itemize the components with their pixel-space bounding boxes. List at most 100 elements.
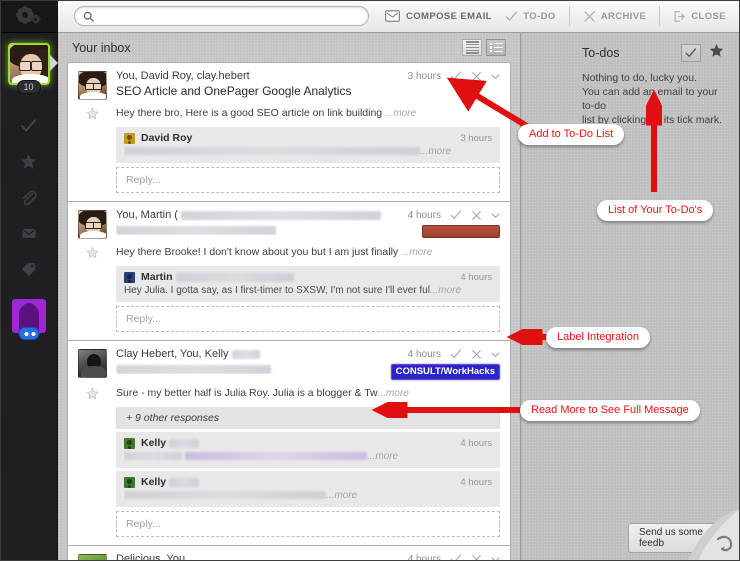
toolbar-archive-label: ARCHIVE: [600, 10, 647, 22]
message-body: ...more: [124, 490, 492, 501]
thread-star-button[interactable]: [78, 387, 107, 400]
todos-header: To-dos: [522, 33, 740, 63]
rail-item-todo[interactable]: [0, 107, 57, 143]
more-link[interactable]: ...more: [378, 388, 409, 399]
star-icon: [21, 153, 36, 168]
view-mode-detail-button[interactable]: [486, 39, 506, 56]
thread-menu-button[interactable]: [491, 211, 500, 220]
thread-menu-button[interactable]: [491, 555, 500, 561]
status-badge[interactable]: CONSULT/WorkHacks: [390, 364, 500, 380]
search-box[interactable]: [74, 6, 369, 26]
rail-item-attachments[interactable]: [0, 179, 57, 215]
left-rail: 10: [0, 0, 58, 561]
message-row[interactable]: Martin 4 hours Hey Julia. I gotta say, a…: [116, 266, 500, 302]
todos-title: To-dos: [582, 46, 620, 60]
check-icon: [685, 48, 697, 58]
message-sender: Kelly: [141, 476, 167, 488]
gear-icon[interactable]: [17, 7, 40, 25]
thread-row[interactable]: You, Martin ( 4 hours Hey there Brooke! …: [67, 201, 511, 340]
message-row[interactable]: Kelly 4 hours ...more: [116, 471, 500, 507]
thread-archive-button[interactable]: [471, 210, 482, 221]
rail-item-labels[interactable]: [0, 251, 57, 287]
thread-participants: Clay Hebert, You, Kelly: [116, 348, 383, 360]
callout-read-more: Read More to See Full Message: [520, 400, 700, 421]
top-toolbar: COMPOSE EMAIL TO-DO ARCHIVE CLOSE: [58, 0, 740, 33]
search-input[interactable]: [99, 10, 360, 22]
message-sender: Kelly: [141, 437, 167, 449]
rail-item-starred[interactable]: [0, 143, 57, 179]
thread-todo-button[interactable]: [450, 209, 462, 221]
page-curl[interactable]: [684, 505, 740, 561]
todos-empty-line1: Nothing to do, lucky you.: [582, 72, 697, 84]
toolbar-actions: TO-DO ARCHIVE CLOSE: [492, 6, 740, 26]
avatar: [78, 71, 107, 100]
thread-archive-button[interactable]: [471, 349, 482, 360]
tag-icon: [21, 262, 36, 276]
page-title: Your inbox: [72, 40, 131, 55]
rail-nav: [0, 107, 57, 287]
todos-empty-state: Nothing to do, lucky you. You can add an…: [522, 63, 740, 127]
more-link[interactable]: ...more: [401, 247, 432, 258]
annotation-arrow-read-more: [371, 402, 521, 418]
star-icon: [86, 387, 99, 400]
thread-star-button[interactable]: [78, 246, 107, 259]
sender-icon: [124, 132, 135, 144]
thread-todo-button[interactable]: [450, 348, 462, 360]
thread-participants: You, David Roy, clay.hebert: [116, 70, 250, 82]
thread-row[interactable]: Clay Hebert, You, Kelly 4 hours CONSULT/…: [67, 340, 511, 545]
message-body: ...more: [124, 451, 492, 462]
thread-participants: You, Martin (: [116, 209, 400, 221]
chevron-down-icon: [491, 351, 500, 357]
star-icon: [86, 107, 99, 120]
toolbar-close-label: CLOSE: [691, 10, 726, 22]
todos-star-button[interactable]: [709, 43, 724, 63]
rail-item-mail[interactable]: [0, 215, 57, 251]
app-window: 10 COMPOSE EMAIL TO-DO ARCHIVE CLOSE You…: [0, 0, 740, 561]
selection-pointer: [49, 55, 58, 71]
thread-time: 4 hours: [407, 553, 441, 561]
thread-subject: [116, 223, 400, 235]
view-mode-list-button[interactable]: [462, 39, 482, 56]
search-icon: [83, 11, 94, 22]
thread-menu-button[interactable]: [491, 350, 500, 359]
close-x-icon: [472, 349, 481, 359]
avatar: [78, 210, 107, 239]
message-time: 4 hours: [460, 437, 492, 449]
message-row[interactable]: Kelly 4 hours ...more: [116, 432, 500, 468]
reply-input[interactable]: Reply...: [116, 511, 500, 537]
message-time: 4 hours: [460, 476, 492, 488]
thread-todo-button[interactable]: [450, 553, 462, 561]
thread-snippet: Sure - my better half is Julia Roy. Juli…: [116, 387, 409, 399]
reply-input[interactable]: Reply...: [116, 167, 500, 193]
callout-list-of-todos: List of Your To-Do's: [597, 200, 714, 221]
todos-panel: To-dos Nothing to do, lucky you. You can…: [522, 33, 740, 561]
check-icon: [450, 349, 462, 359]
thread-time: 4 hours: [407, 348, 441, 360]
contact-status-badge: [18, 327, 39, 340]
thread-archive-button[interactable]: [471, 554, 482, 561]
rail-user-avatar[interactable]: 10: [7, 43, 58, 94]
toolbar-todo-button[interactable]: TO-DO: [492, 6, 570, 26]
sender-icon: [124, 437, 135, 449]
envelope-icon: [21, 228, 36, 238]
todos-tick-button[interactable]: [681, 44, 701, 62]
thread-row[interactable]: Delicious, You You have a new follower o…: [67, 545, 511, 561]
star-icon: [709, 44, 724, 57]
chevron-down-icon: [491, 212, 500, 218]
more-link[interactable]: ...more: [385, 108, 416, 119]
toolbar-todo-label: TO-DO: [523, 10, 556, 22]
toolbar-archive-button[interactable]: ARCHIVE: [570, 6, 661, 26]
check-icon: [450, 210, 462, 220]
contact-avatar[interactable]: [11, 299, 46, 340]
star-icon: [86, 246, 99, 259]
rail-settings[interactable]: [0, 0, 57, 33]
check-icon: [21, 118, 36, 132]
reply-input[interactable]: Reply...: [116, 306, 500, 332]
toolbar-close-button[interactable]: CLOSE: [660, 6, 730, 26]
thread-star-button[interactable]: [78, 107, 107, 120]
close-x-icon: [472, 554, 481, 561]
compose-email-button[interactable]: COMPOSE EMAIL: [385, 10, 492, 22]
avatar[interactable]: [7, 43, 50, 85]
thread-time: 4 hours: [407, 209, 441, 221]
annotation-arrow-todo-list: [646, 89, 662, 192]
